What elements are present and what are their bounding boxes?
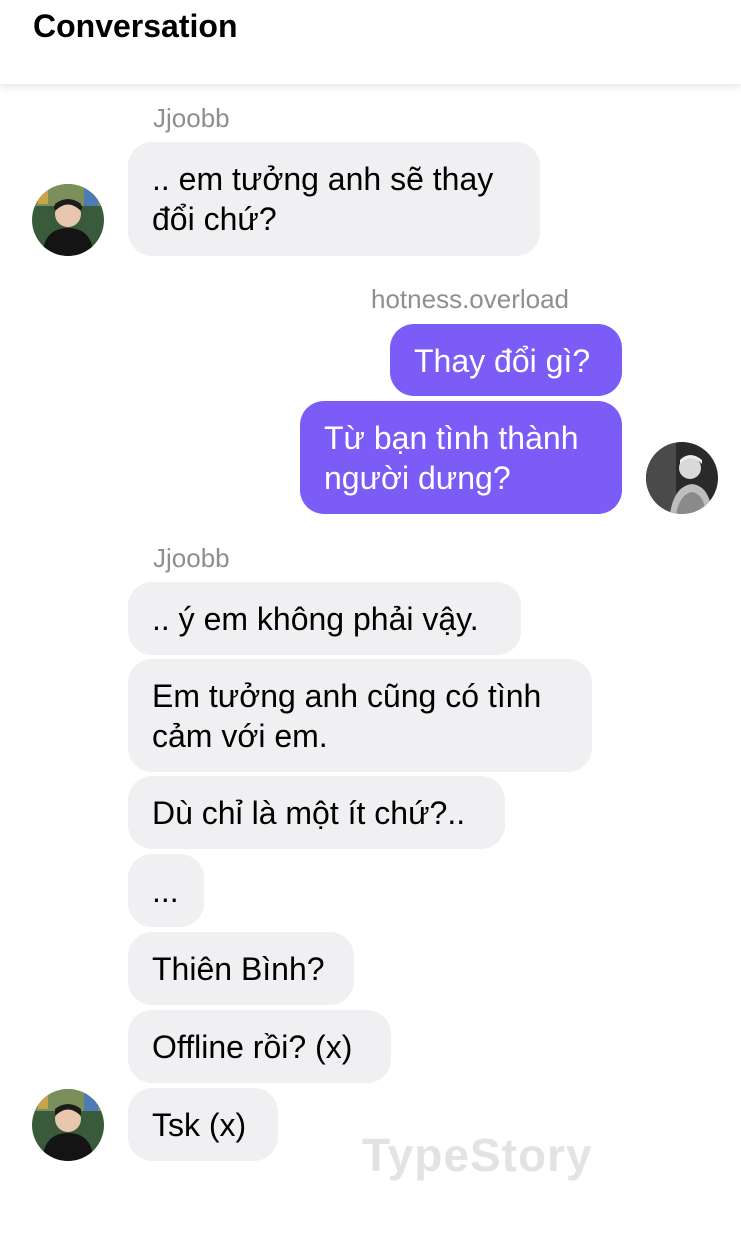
conversation-screen: Conversation Jjoobb .. em tưởng anh sẽ t… <box>0 0 741 1260</box>
avatar-jjoobb[interactable] <box>32 184 104 256</box>
message-bubble-incoming[interactable]: .. ý em không phải vậy. <box>128 582 521 655</box>
sender-name: Jjoobb <box>153 543 230 573</box>
avatar-jjoobb[interactable] <box>32 1089 104 1161</box>
message-bubble-incoming[interactable]: Thiên Bình? <box>128 932 354 1005</box>
page-title: Conversation <box>33 8 238 44</box>
message-bubble-incoming[interactable]: .. em tưởng anh sẽ thay đổi chứ? <box>128 142 540 256</box>
message-bubble-incoming[interactable]: ... <box>128 854 204 927</box>
message-bubble-incoming[interactable]: Offline rồi? (x) <box>128 1010 391 1083</box>
message-bubble-incoming[interactable]: Dù chỉ là một ít chứ?.. <box>128 776 505 849</box>
message-bubble-incoming[interactable]: Tsk (x) <box>128 1088 278 1161</box>
message-bubble-outgoing[interactable]: Thay đổi gì? <box>390 324 622 396</box>
sender-name: Jjoobb <box>153 103 230 133</box>
avatar-hotness-overload[interactable] <box>646 442 718 514</box>
header: Conversation <box>0 0 741 84</box>
message-bubble-incoming[interactable]: Em tưởng anh cũng có tình cảm với em. <box>128 659 592 772</box>
sender-name: hotness.overload <box>371 284 570 314</box>
message-bubble-outgoing[interactable]: Từ bạn tình thành người dưng? <box>300 401 622 514</box>
watermark: TypeStory <box>362 1129 593 1181</box>
